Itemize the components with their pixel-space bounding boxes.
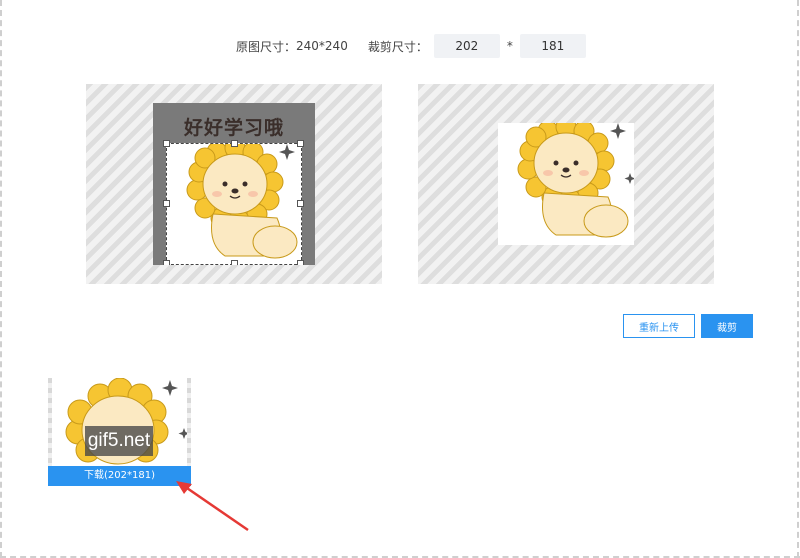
crop-handle-top-right[interactable] [297,140,304,147]
page-frame-left [0,0,2,558]
preview-panel [418,84,714,284]
result-edge-right [187,378,191,466]
crop-height-input[interactable] [519,34,586,58]
result-image: gif5.net [48,378,191,466]
preview-image [498,123,634,245]
original-size-label: 原图尺寸： [236,39,297,54]
original-size-value: 240*240 [296,39,348,53]
crop-handle-top-left[interactable] [163,140,170,147]
reupload-button[interactable]: 重新上传 [623,314,695,338]
crop-handle-left[interactable] [163,200,170,207]
result-edge-left [48,378,52,466]
size-row: 原图尺寸： 240*240 裁剪尺寸： * [236,34,586,58]
source-image-panel: 好好学习哦 [86,84,382,284]
crop-selection[interactable] [163,137,304,265]
crop-handle-top[interactable] [231,140,238,147]
page-frame-right [797,0,799,558]
times-sign: * [506,39,513,53]
watermark-text: gif5.net [85,426,153,456]
crop-handle-bottom-right[interactable] [297,260,304,265]
lion-sticker-image [186,137,298,259]
crop-handle-right[interactable] [297,200,304,207]
result-card[interactable]: gif5.net 下载(202*181) [48,378,191,486]
lion-preview-image [517,123,634,238]
sticker-caption: 好好学习哦 [183,117,284,139]
crop-size-label: 裁剪尺寸： [367,39,428,54]
download-button[interactable]: 下载(202*181) [48,466,191,486]
crop-button[interactable]: 裁剪 [701,314,753,338]
crop-handle-bottom[interactable] [231,260,238,265]
crop-width-input[interactable] [433,34,500,58]
source-image: 好好学习哦 [153,103,315,265]
arrow-icon [176,481,249,532]
crop-handle-bottom-left[interactable] [163,260,170,265]
